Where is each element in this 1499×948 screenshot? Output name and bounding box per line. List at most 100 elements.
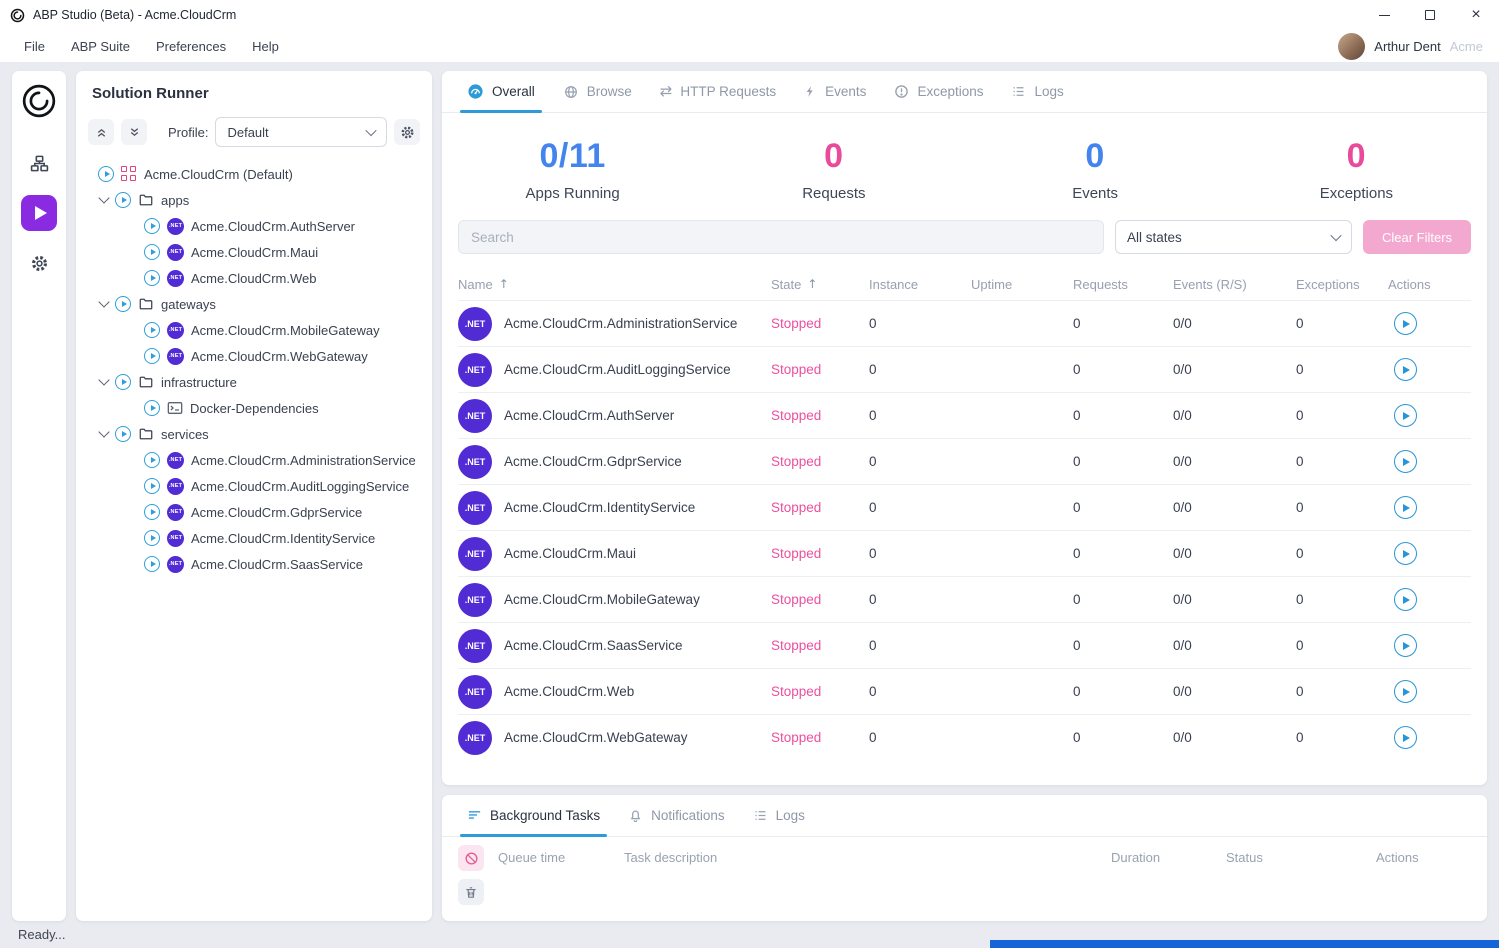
play-icon[interactable]	[115, 192, 131, 208]
tab-notifications[interactable]: Notifications	[617, 795, 736, 836]
start-app-button[interactable]	[1394, 496, 1417, 519]
column-uptime[interactable]: Uptime	[971, 277, 1073, 292]
tree-item-app[interactable]: .NET Acme.CloudCrm.SaasService	[76, 551, 432, 577]
user-avatar[interactable]	[1338, 33, 1365, 60]
close-button[interactable]: ×	[1453, 0, 1499, 30]
play-icon[interactable]	[115, 374, 131, 390]
table-row[interactable]: .NET Acme.CloudCrm.Maui Stopped 0 0 0/0 …	[458, 530, 1471, 576]
tree-item-infrastructure-folder[interactable]: infrastructure	[76, 369, 432, 395]
start-app-button[interactable]	[1394, 634, 1417, 657]
app-instance: 0	[869, 638, 971, 653]
tree-item-solution-root[interactable]: Acme.CloudCrm (Default)	[76, 161, 432, 187]
play-icon[interactable]	[144, 504, 160, 520]
table-row[interactable]: .NET Acme.CloudCrm.AuthServer Stopped 0 …	[458, 392, 1471, 438]
table-row[interactable]: .NET Acme.CloudCrm.Web Stopped 0 0 0/0 0	[458, 668, 1471, 714]
clear-tasks-button[interactable]	[458, 879, 484, 905]
settings-button[interactable]	[21, 245, 57, 281]
tab-bottom-logs[interactable]: Logs	[742, 795, 816, 836]
chevron-down-icon[interactable]	[98, 374, 109, 385]
tree-item-app[interactable]: .NET Acme.CloudCrm.AdministrationService	[76, 447, 432, 473]
start-app-button[interactable]	[1394, 358, 1417, 381]
app-events: 0/0	[1173, 454, 1296, 469]
table-row[interactable]: .NET Acme.CloudCrm.IdentityService Stopp…	[458, 484, 1471, 530]
play-icon[interactable]	[144, 530, 160, 546]
solution-explorer-button[interactable]	[21, 145, 57, 181]
dotnet-icon: .NET	[167, 530, 184, 547]
start-app-button[interactable]	[1394, 680, 1417, 703]
play-icon[interactable]	[144, 452, 160, 468]
table-row[interactable]: .NET Acme.CloudCrm.WebGateway Stopped 0 …	[458, 714, 1471, 760]
tab-logs[interactable]: Logs	[1000, 71, 1074, 112]
user-name[interactable]: Arthur Dent	[1374, 39, 1440, 54]
play-icon[interactable]	[144, 400, 160, 416]
start-app-button[interactable]	[1394, 726, 1417, 749]
tab-background-tasks[interactable]: Background Tasks	[456, 795, 611, 836]
cancel-task-button[interactable]	[458, 845, 484, 871]
chevron-down-icon[interactable]	[98, 296, 109, 307]
tree-item-services-folder[interactable]: services	[76, 421, 432, 447]
tree-item-app[interactable]: .NET Acme.CloudCrm.GdprService	[76, 499, 432, 525]
tree-item-app[interactable]: .NET Acme.CloudCrm.Maui	[76, 239, 432, 265]
menu-abp-suite[interactable]: ABP Suite	[71, 39, 130, 54]
play-icon[interactable]	[144, 556, 160, 572]
tree-item-app[interactable]: .NET Acme.CloudCrm.MobileGateway	[76, 317, 432, 343]
start-app-button[interactable]	[1394, 542, 1417, 565]
start-app-button[interactable]	[1394, 450, 1417, 473]
dotnet-icon: .NET	[167, 504, 184, 521]
profile-settings-button[interactable]	[394, 119, 420, 145]
table-row[interactable]: .NET Acme.CloudCrm.GdprService Stopped 0…	[458, 438, 1471, 484]
tab-overall[interactable]: Overall	[456, 71, 546, 112]
table-row[interactable]: .NET Acme.CloudCrm.MobileGateway Stopped…	[458, 576, 1471, 622]
collapse-all-button[interactable]	[88, 119, 114, 145]
play-icon[interactable]	[115, 426, 131, 442]
menu-preferences[interactable]: Preferences	[156, 39, 226, 54]
play-icon[interactable]	[144, 244, 160, 260]
tab-browse[interactable]: Browse	[552, 71, 643, 112]
table-row[interactable]: .NET Acme.CloudCrm.AdministrationService…	[458, 300, 1471, 346]
column-events[interactable]: Events (R/S)	[1173, 277, 1296, 292]
play-icon[interactable]	[144, 270, 160, 286]
app-exceptions: 0	[1296, 684, 1388, 699]
start-app-button[interactable]	[1394, 404, 1417, 427]
tree-item-docker[interactable]: Docker-Dependencies	[76, 395, 432, 421]
tree-item-app[interactable]: .NET Acme.CloudCrm.AuditLoggingService	[76, 473, 432, 499]
tab-http-requests[interactable]: ⇄ HTTP Requests	[649, 71, 787, 112]
play-icon[interactable]	[144, 348, 160, 364]
tab-exceptions[interactable]: Exceptions	[883, 71, 994, 112]
clear-filters-button[interactable]: Clear Filters	[1363, 220, 1471, 254]
search-input[interactable]	[458, 220, 1104, 254]
tree-item-app[interactable]: .NET Acme.CloudCrm.IdentityService	[76, 525, 432, 551]
tree-item-app[interactable]: .NET Acme.CloudCrm.WebGateway	[76, 343, 432, 369]
column-instance[interactable]: Instance	[869, 277, 971, 292]
tree-item-app[interactable]: .NET Acme.CloudCrm.Web	[76, 265, 432, 291]
play-icon[interactable]	[144, 218, 160, 234]
column-requests[interactable]: Requests	[1073, 277, 1173, 292]
tab-events[interactable]: Events	[793, 71, 877, 112]
play-icon[interactable]	[144, 322, 160, 338]
chevron-down-icon[interactable]	[98, 192, 109, 203]
play-icon[interactable]	[115, 296, 131, 312]
column-state[interactable]: State↑	[771, 277, 869, 292]
profile-select[interactable]: Default	[215, 117, 387, 147]
tree-item-gateways-folder[interactable]: gateways	[76, 291, 432, 317]
state-filter-select[interactable]: All states	[1115, 220, 1352, 254]
solution-runner-button[interactable]	[21, 195, 57, 231]
menu-file[interactable]: File	[24, 39, 45, 54]
start-app-button[interactable]	[1394, 312, 1417, 335]
tree-item-apps-folder[interactable]: apps	[76, 187, 432, 213]
tree-item-app[interactable]: .NET Acme.CloudCrm.AuthServer	[76, 213, 432, 239]
expand-all-button[interactable]	[121, 119, 147, 145]
play-icon[interactable]	[144, 478, 160, 494]
table-row[interactable]: .NET Acme.CloudCrm.SaasService Stopped 0…	[458, 622, 1471, 668]
table-row[interactable]: .NET Acme.CloudCrm.AuditLoggingService S…	[458, 346, 1471, 392]
column-name[interactable]: Name↑	[458, 277, 771, 292]
column-exceptions[interactable]: Exceptions	[1296, 277, 1388, 292]
runner-main-panel: Overall Browse ⇄ HTTP Requests Events Ex…	[442, 71, 1487, 785]
start-app-button[interactable]	[1394, 588, 1417, 611]
minimize-button[interactable]	[1361, 0, 1407, 30]
app-requests: 0	[1073, 500, 1173, 515]
chevron-down-icon[interactable]	[98, 426, 109, 437]
menu-help[interactable]: Help	[252, 39, 279, 54]
play-icon[interactable]	[98, 166, 114, 182]
maximize-button[interactable]	[1407, 0, 1453, 30]
